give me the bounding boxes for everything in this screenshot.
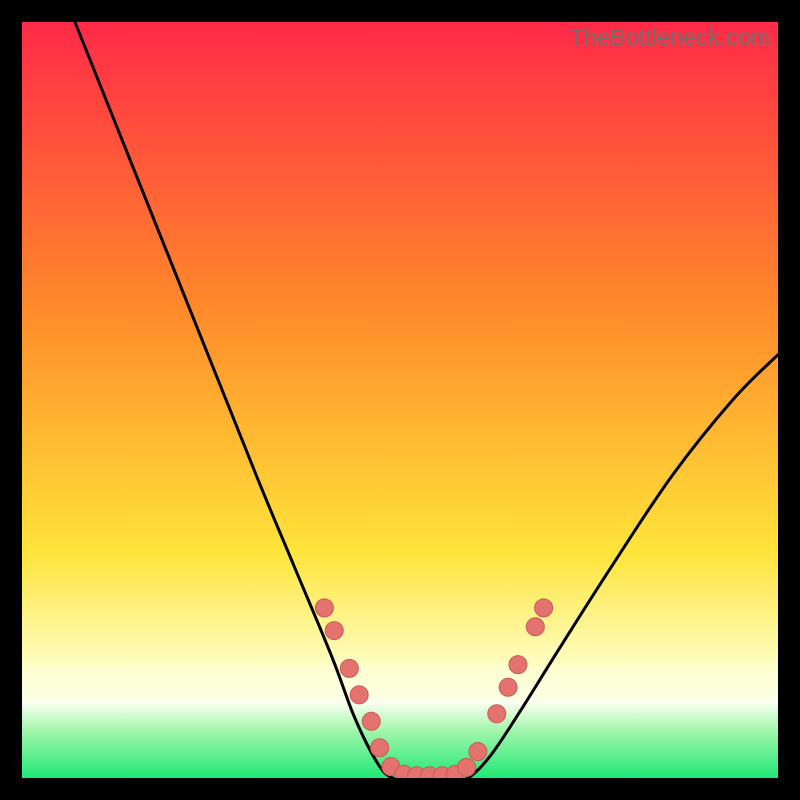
data-dot xyxy=(535,599,553,617)
data-dot xyxy=(315,599,333,617)
data-dot xyxy=(509,656,527,674)
watermark-text: TheBottleneck.com xyxy=(570,24,770,51)
data-dot xyxy=(458,758,476,776)
data-dot xyxy=(350,686,368,704)
data-dot xyxy=(325,622,343,640)
data-dot xyxy=(526,618,544,636)
data-dot xyxy=(488,705,506,723)
data-dot xyxy=(499,678,517,696)
data-dot xyxy=(371,739,389,757)
chart-frame: TheBottleneck.com xyxy=(0,0,800,800)
data-dot xyxy=(469,743,487,761)
chart-svg xyxy=(22,22,778,778)
pale-band xyxy=(22,666,778,700)
data-dot xyxy=(340,659,358,677)
plot-area xyxy=(22,22,778,778)
data-dot xyxy=(362,712,380,730)
gradient-background xyxy=(22,22,778,778)
